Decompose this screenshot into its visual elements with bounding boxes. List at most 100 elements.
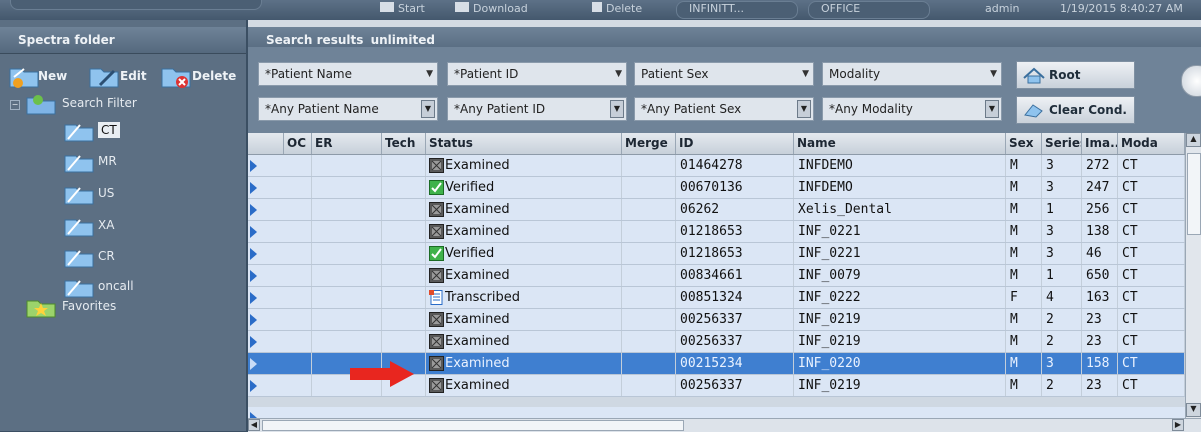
server-dropdown[interactable]: INFINITT... (676, 1, 798, 19)
row-pointer-icon (250, 204, 257, 216)
folder-item-us[interactable]: US (62, 180, 114, 206)
col-header-sex[interactable]: Sex (1006, 133, 1042, 154)
filter-field-modality[interactable]: Modality ▼ (822, 62, 1002, 86)
examined-icon (429, 356, 444, 371)
root-button[interactable]: Root (1016, 61, 1135, 89)
transcribed-icon (429, 290, 444, 305)
empty-cell (284, 177, 312, 198)
filter-field-patient-name[interactable]: *Patient Name ▼ (258, 62, 438, 86)
images-cell: 138 (1082, 221, 1118, 242)
row-pointer-icon (250, 248, 257, 260)
row-pointer-icon (250, 226, 257, 238)
download-icon (455, 2, 469, 12)
id-cell: 00256337 (676, 375, 794, 396)
empty-cell (622, 309, 676, 330)
folder-item-mr[interactable]: MR (62, 148, 117, 174)
filter-field-patient-id[interactable]: *Patient ID ▼ (447, 62, 627, 86)
search-filter-icon (24, 90, 58, 116)
scroll-right-arrow-icon[interactable]: ▶ (1172, 419, 1184, 431)
scroll-down-arrow-icon[interactable]: ▼ (1186, 403, 1201, 417)
spectra-folder-title: Spectra folder (0, 27, 246, 54)
examined-icon (429, 312, 444, 327)
col-header-images[interactable]: Ima... (1082, 133, 1118, 154)
col-header-merge[interactable]: Merge (622, 133, 676, 154)
table-row-partial[interactable] (248, 407, 1201, 418)
new-folder-button[interactable]: New (8, 60, 67, 92)
horizontal-scrollbar[interactable]: ◀ ▶ (248, 418, 1201, 432)
col-header-oc[interactable]: OC (284, 133, 312, 154)
table-row[interactable]: Examined 00256337 INF_0219 M 2 23 CT (248, 331, 1201, 353)
empty-cell (622, 221, 676, 242)
filter-value-patient-name[interactable]: *Any Patient Name ▼ (258, 97, 438, 121)
table-row[interactable]: Verified 01218653 INF_0221 M 3 46 CT (248, 243, 1201, 265)
chevron-down-icon: ▼ (426, 69, 433, 79)
scroll-left-arrow-icon[interactable]: ◀ (248, 419, 260, 431)
col-header-modality[interactable]: Moda (1118, 133, 1185, 154)
vertical-scroll-thumb[interactable] (1187, 153, 1201, 235)
col-header-er[interactable]: ER (312, 133, 382, 154)
empty-cell (284, 375, 312, 396)
images-cell: 158 (1082, 353, 1118, 374)
top-left-dropdown[interactable] (10, 0, 262, 10)
trash-icon (592, 2, 602, 12)
table-header: OC ER Tech Status Merge ID Name Sex Seri… (248, 133, 1201, 155)
id-cell: 01218653 (676, 243, 794, 264)
horizontal-scroll-thumb[interactable] (262, 420, 684, 431)
empty-cell (622, 375, 676, 396)
folder-label: XA (98, 218, 115, 232)
folder-label: MR (98, 154, 117, 168)
search-filter-node[interactable]: Search Filter (24, 90, 137, 116)
location-dropdown[interactable]: OFFICE (808, 1, 930, 19)
delete-top-button[interactable]: Delete (592, 2, 642, 15)
delete-folder-icon (160, 63, 192, 89)
filter-value-patient-id[interactable]: *Any Patient ID ▼ (447, 97, 627, 121)
folder-item-cr[interactable]: CR (62, 243, 115, 269)
table-row[interactable]: Examined 01218653 INF_0221 M 3 138 CT (248, 221, 1201, 243)
empty-cell (312, 177, 382, 198)
empty-cell (622, 177, 676, 198)
table-row[interactable]: Transcribed 00851324 INF_0222 F 4 163 CT (248, 287, 1201, 309)
download-button[interactable]: Download (455, 2, 528, 15)
series-cell: 2 (1042, 375, 1082, 396)
status-text: Examined (445, 158, 510, 173)
table-row[interactable]: Verified 00670136 INFDEMO M 3 247 CT (248, 177, 1201, 199)
round-action-button[interactable] (1181, 65, 1201, 97)
row-pointer-icon (250, 182, 257, 194)
folder-item-ct[interactable]: CT (62, 117, 120, 143)
table-row[interactable]: Examined 00834661 INF_0079 M 1 650 CT (248, 265, 1201, 287)
col-header-id[interactable]: ID (676, 133, 794, 154)
tree-collapse-toggle[interactable]: − (10, 100, 20, 110)
delete-folder-button[interactable]: Delete (160, 60, 236, 92)
series-cell: 4 (1042, 287, 1082, 308)
scroll-up-arrow-icon[interactable]: ▲ (1186, 133, 1201, 147)
annotation-red-arrow (350, 361, 414, 387)
col-header-status[interactable]: Status (426, 133, 622, 154)
empty-cell (382, 221, 426, 242)
favorites-node[interactable]: Favorites (24, 293, 116, 319)
folder-item-xa[interactable]: XA (62, 212, 114, 238)
empty-cell (622, 243, 676, 264)
status-text: Verified (445, 246, 495, 261)
vertical-scrollbar[interactable]: ▲ ▼ (1185, 133, 1201, 418)
col-header-tech[interactable]: Tech (382, 133, 426, 154)
row-pointer-icon (250, 270, 257, 282)
empty-cell (382, 287, 426, 308)
col-header-series[interactable]: Series (1042, 133, 1082, 154)
chevron-down-icon: ▼ (802, 69, 809, 79)
empty-cell (312, 331, 382, 352)
col-header-name[interactable]: Name (794, 133, 1006, 154)
table-row[interactable]: Examined 06262 Xelis_Dental M 1 256 CT (248, 199, 1201, 221)
clear-conditions-button[interactable]: Clear Cond. (1016, 96, 1135, 124)
status-cell: Examined (426, 221, 622, 242)
filter-value-modality[interactable]: *Any Modality ▼ (822, 97, 1002, 121)
empty-cell (312, 155, 382, 176)
empty-cell (622, 155, 676, 176)
filter-value-patient-sex[interactable]: *Any Patient Sex ▼ (634, 97, 814, 121)
name-cell: Xelis_Dental (794, 199, 1006, 220)
filter-field-patient-sex[interactable]: Patient Sex ▼ (634, 62, 814, 86)
table-row[interactable]: Examined 01464278 INFDEMO M 3 272 CT (248, 155, 1201, 177)
edit-folder-button[interactable]: Edit (88, 60, 147, 92)
series-cell: 3 (1042, 177, 1082, 198)
start-button[interactable]: Start (380, 2, 425, 15)
table-row[interactable]: Examined 00256337 INF_0219 M 2 23 CT (248, 309, 1201, 331)
